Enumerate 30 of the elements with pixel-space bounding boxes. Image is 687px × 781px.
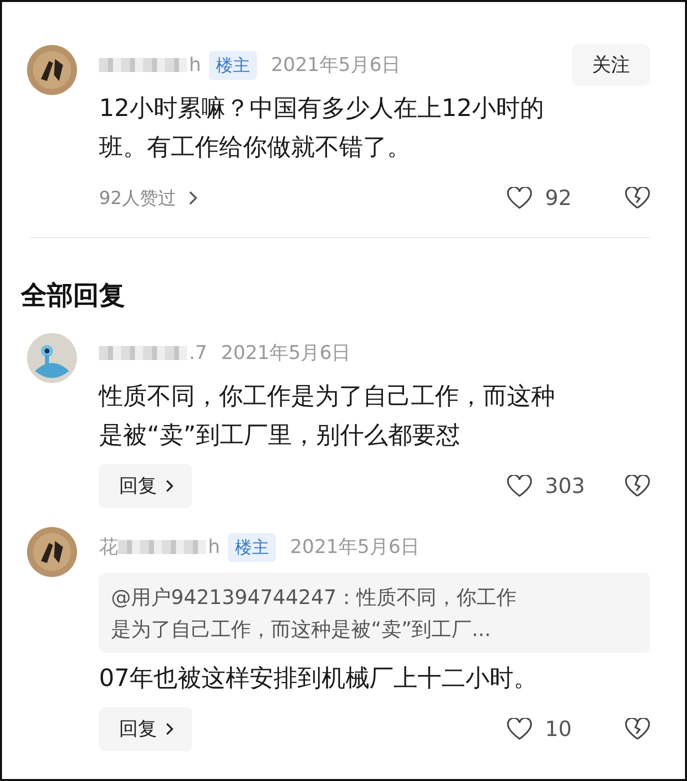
reply-text: 性质不同，你工作是为了自己工作，而这种 是被“卖”到工厂里，别什么都要怼 [99,381,556,451]
chevron-right-icon [188,190,198,206]
username[interactable]: h [189,54,202,76]
reply-text: 07年也被这样安排到机械厂上十二小时。 [99,663,539,694]
broken-heart-icon[interactable] [625,186,650,210]
op-badge: 楼主 [228,532,276,562]
username[interactable]: 花 [99,534,118,560]
reply-button[interactable]: 回复 [99,707,192,751]
post-date: 2021年5月6日 [271,53,401,78]
reply-button[interactable]: 回复 [99,464,192,508]
username[interactable]: h [208,536,220,558]
quoted-reply: @用户9421394744247：性质不同，你工作 是为了自己工作，而这种是被“卖”到工厂... [99,573,650,653]
reply-date: 2021年5月6日 [290,535,420,560]
liked-by-link[interactable]: 92人赞过 [99,186,176,210]
heart-icon[interactable] [507,186,532,210]
broken-heart-icon[interactable] [625,474,650,498]
heart-icon[interactable] [507,718,532,740]
reply-date: 2021年5月6日 [221,341,351,366]
comment-text: 12小时累嘛？中国有多少人在上12小时的 班。有工作给你做就不错了。 [99,93,546,163]
section-title: 全部回复 [21,280,126,313]
heart-icon[interactable] [506,474,532,498]
like-count: 92 [545,186,573,210]
broken-heart-icon[interactable] [625,718,650,740]
username[interactable]: .7 [189,342,208,364]
chevron-right-icon [165,722,174,736]
op-badge: 楼主 [209,50,258,80]
like-count: 10 [545,717,573,741]
like-count: 303 [544,474,585,498]
follow-button[interactable]: 关注 [572,44,650,86]
chevron-right-icon [165,479,174,493]
